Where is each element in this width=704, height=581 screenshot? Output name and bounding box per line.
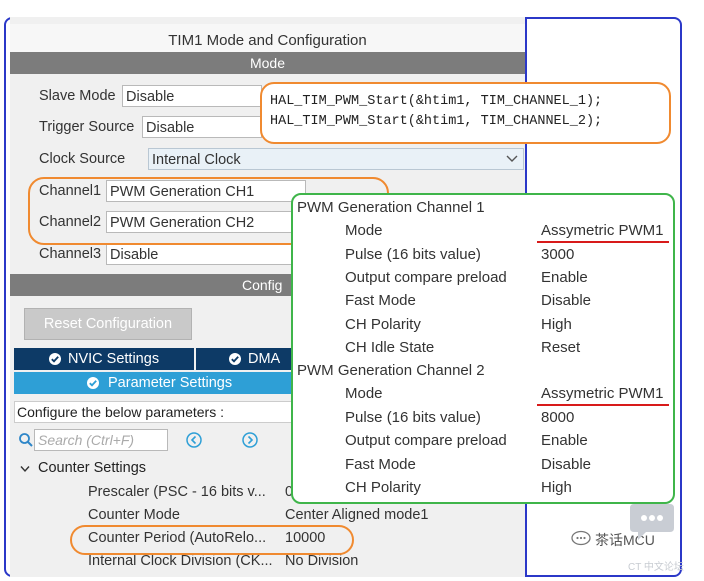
tab-nvic-settings[interactable]: NVIC Settings	[14, 348, 194, 370]
ch1-pulse-name: Pulse (16 bits value)	[345, 246, 481, 263]
ch2-polarity-name: CH Polarity	[345, 479, 421, 496]
param-name-prescaler: Prescaler (PSC - 16 bits v...	[88, 484, 266, 500]
slave-mode-select[interactable]: Disable	[122, 85, 262, 107]
ch1-polarity-name: CH Polarity	[345, 316, 421, 333]
chat-logo-icon	[630, 504, 674, 540]
clock-source-label: Clock Source	[39, 151, 126, 167]
code-line-2: HAL_TIM_PWM_Start(&htim1, TIM_CHANNEL_2)…	[270, 114, 603, 129]
ch2-fast-mode-value[interactable]: Disable	[541, 456, 591, 473]
ch1-polarity-value[interactable]: High	[541, 316, 572, 333]
counter-period-highlight-oval	[70, 525, 354, 555]
search-input[interactable]: Search (Ctrl+F)	[34, 429, 168, 451]
ch2-preload-name: Output compare preload	[345, 432, 507, 449]
param-value-counter-mode[interactable]: Center Aligned mode1	[285, 507, 429, 523]
tab-nvic-label: NVIC Settings	[68, 351, 160, 367]
ch1-preload-value[interactable]: Enable	[541, 269, 588, 286]
reset-configuration-button[interactable]: Reset Configuration	[24, 308, 192, 340]
param-value-clock-division[interactable]: No Division	[285, 553, 358, 569]
check-circle-icon	[87, 377, 99, 389]
ch2-mode-value[interactable]: Assymetric PWM1	[541, 385, 664, 402]
code-annotation: HAL_TIM_PWM_Start(&htim1, TIM_CHANNEL_1)…	[260, 82, 671, 144]
ch1-mode-value[interactable]: Assymetric PWM1	[541, 222, 664, 239]
trigger-source-label: Trigger Source	[39, 119, 135, 135]
ch1-fast-mode-name: Fast Mode	[345, 292, 416, 309]
ch1-fast-mode-value[interactable]: Disable	[541, 292, 591, 309]
pwm-channel1-title: PWM Generation Channel 1	[297, 199, 485, 216]
ch1-idle-state-name: CH Idle State	[345, 339, 435, 356]
ch2-mode-name: Mode	[345, 385, 383, 402]
pwm-details-box: PWM Generation Channel 1 Mode Assymetric…	[291, 193, 675, 504]
channel3-label: Channel3	[39, 246, 102, 262]
configure-hint: Configure the below parameters :	[14, 401, 296, 423]
arrow-left-icon[interactable]	[185, 431, 203, 449]
ch1-idle-state-value[interactable]: Reset	[541, 339, 580, 356]
ch2-pulse-value[interactable]: 8000	[541, 409, 574, 426]
check-circle-icon	[229, 353, 241, 365]
arrow-right-icon[interactable]	[241, 431, 259, 449]
ch1-preload-name: Output compare preload	[345, 269, 507, 286]
channel3-select[interactable]: Disable	[106, 243, 306, 265]
counter-settings-group[interactable]: Counter Settings	[38, 460, 146, 476]
ch1-pulse-value[interactable]: 3000	[541, 246, 574, 263]
clock-source-value: Internal Clock	[152, 152, 241, 168]
tab-dma-settings[interactable]: DMA	[196, 348, 296, 370]
watermark-site: CT 中文论坛	[628, 562, 684, 573]
ch1-mode-underline	[537, 241, 669, 243]
ch2-pulse-name: Pulse (16 bits value)	[345, 409, 481, 426]
clock-source-select[interactable]: Internal Clock	[148, 148, 524, 170]
param-name-clock-division: Internal Clock Division (CK...	[88, 553, 273, 569]
tab-dma-label: DMA	[248, 351, 281, 367]
param-name-counter-mode: Counter Mode	[88, 507, 180, 523]
ch1-mode-name: Mode	[345, 222, 383, 239]
ch2-polarity-value[interactable]: High	[541, 479, 572, 496]
tab-parameter-settings[interactable]: Parameter Settings	[14, 372, 296, 394]
chevron-down-icon	[506, 155, 518, 162]
pwm-channel2-title: PWM Generation Channel 2	[297, 362, 485, 379]
expand-chevron-icon[interactable]	[19, 463, 31, 475]
tab-parameter-label: Parameter Settings	[108, 375, 233, 391]
ch2-preload-value[interactable]: Enable	[541, 432, 588, 449]
ch2-mode-underline	[537, 404, 669, 406]
ch2-fast-mode-name: Fast Mode	[345, 456, 416, 473]
chat-logo-icon	[571, 530, 591, 546]
search-icon	[19, 433, 33, 447]
slave-mode-label: Slave Mode	[39, 88, 116, 104]
code-line-1: HAL_TIM_PWM_Start(&htim1, TIM_CHANNEL_1)…	[270, 94, 603, 109]
check-circle-icon	[49, 353, 61, 365]
mode-section-header: Mode	[10, 52, 525, 74]
trigger-source-select[interactable]: Disable	[142, 116, 262, 138]
